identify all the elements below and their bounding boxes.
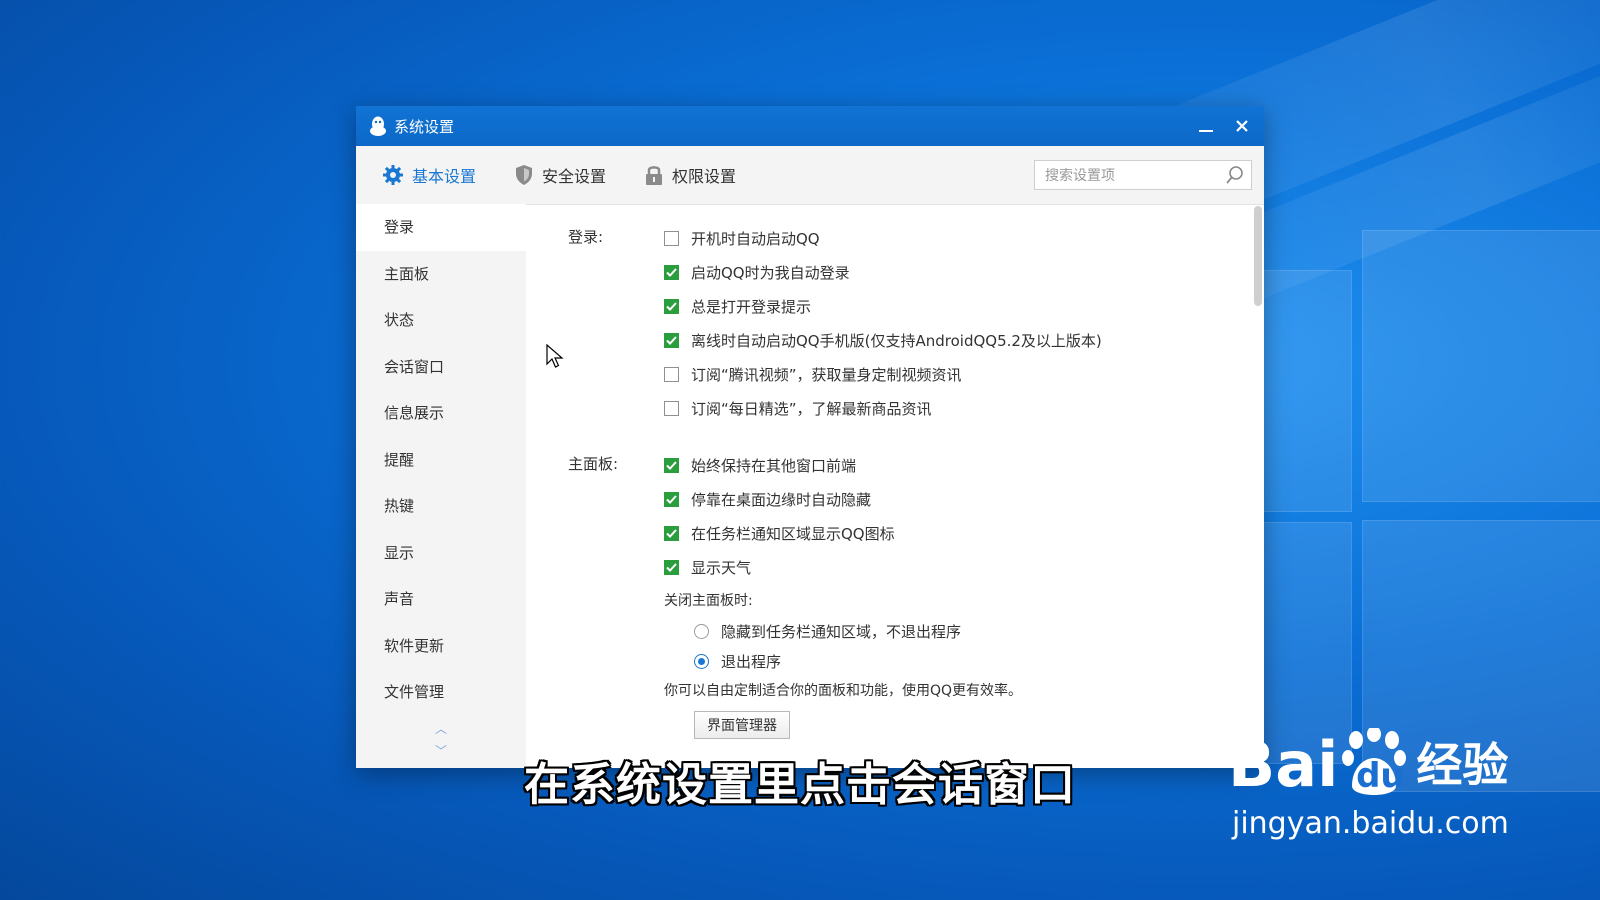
checkmark-icon (666, 461, 677, 470)
settings-sidebar: 登录 主面板 状态 会话窗口 信息展示 提醒 热键 显示 声音 软件更新 文件管… (356, 204, 526, 768)
option-offline-mobile-qq[interactable]: 离线时自动启动QQ手机版(仅支持AndroidQQ5.2及以上版本) (664, 330, 1102, 351)
checkmark-icon (666, 495, 677, 504)
option-dock-autohide[interactable]: 停靠在桌面边缘时自动隐藏 (664, 489, 871, 510)
option-label: 显示天气 (691, 559, 752, 577)
sidebar-item-reminders[interactable]: 提醒 (356, 437, 526, 484)
vertical-scrollbar[interactable] (1254, 206, 1262, 306)
sidebar-item-file-management[interactable]: 文件管理 (356, 669, 526, 716)
checkmark-icon (666, 268, 677, 277)
option-show-weather[interactable]: 显示天气 (664, 557, 751, 578)
option-label: 退出程序 (721, 653, 782, 671)
title-bar[interactable]: 系统设置 (356, 106, 1264, 146)
tab-permission-settings[interactable]: 权限设置 (644, 163, 736, 187)
option-subscribe-tencent-video[interactable]: 订阅“腾讯视频”，获取量身定制视频资讯 (664, 364, 962, 385)
sidebar-item-info-display[interactable]: 信息展示 (356, 390, 526, 437)
option-label: 启动QQ时为我自动登录 (691, 264, 850, 282)
option-subscribe-daily-picks[interactable]: 订阅“每日精选”，了解最新商品资讯 (664, 398, 932, 419)
main-panel-section-label: 主面板: (568, 455, 619, 473)
sidebar-item-main-panel[interactable]: 主面板 (356, 251, 526, 298)
brand-text-jingyan: 经验 (1416, 738, 1509, 792)
sidebar-item-software-update[interactable]: 软件更新 (356, 623, 526, 670)
qq-penguin-icon (370, 116, 386, 136)
option-label: 隐藏到任务栏通知区域，不退出程序 (721, 623, 962, 641)
settings-tabs: 基本设置 安全设置 权限设置 (356, 146, 1264, 205)
option-hide-to-tray[interactable]: 隐藏到任务栏通知区域，不退出程序 (694, 621, 961, 642)
option-label: 在任务栏通知区域显示QQ图标 (691, 525, 895, 543)
tab-permission-settings-label: 权限设置 (672, 167, 737, 186)
tab-basic-settings-label: 基本设置 (412, 167, 477, 186)
option-label: 始终保持在其他窗口前端 (691, 457, 857, 475)
option-tray-icon[interactable]: 在任务栏通知区域显示QQ图标 (664, 523, 895, 544)
checkbox[interactable] (664, 367, 679, 382)
minimize-button[interactable] (1188, 106, 1224, 146)
close-panel-label: 关闭主面板时: (664, 593, 753, 609)
sidebar-item-login[interactable]: 登录 (356, 204, 526, 251)
option-label: 开机时自动启动QQ (691, 230, 820, 248)
lock-icon (646, 166, 663, 185)
option-autostart-qq[interactable]: 开机时自动启动QQ (664, 228, 820, 249)
search-input[interactable] (1043, 162, 1217, 190)
search-icon[interactable] (1225, 165, 1245, 185)
sidebar-item-status[interactable]: 状态 (356, 297, 526, 344)
interface-manager-button[interactable]: 界面管理器 (694, 711, 790, 739)
tab-security-settings[interactable]: 安全设置 (514, 163, 606, 187)
option-login-tips[interactable]: 总是打开登录提示 (664, 296, 811, 317)
option-exit-program[interactable]: 退出程序 (694, 651, 781, 672)
option-label: 停靠在桌面边缘时自动隐藏 (691, 491, 872, 509)
close-button[interactable] (1224, 106, 1260, 146)
minimize-icon (1199, 130, 1213, 132)
sidebar-item-display[interactable]: 显示 (356, 530, 526, 577)
checkbox[interactable] (664, 231, 679, 246)
option-auto-login[interactable]: 启动QQ时为我自动登录 (664, 262, 850, 283)
option-label: 订阅“每日精选”，了解最新商品资讯 (691, 400, 932, 418)
settings-search (1034, 160, 1252, 190)
tab-security-settings-label: 安全设置 (542, 167, 607, 186)
baidu-jingyan-watermark: Bai du 经验 jingyan.baidu.com (1228, 728, 1509, 841)
close-icon (1236, 120, 1248, 132)
checkbox-checked[interactable] (664, 492, 679, 507)
shield-icon (516, 165, 533, 185)
checkbox-checked[interactable] (664, 526, 679, 541)
sidebar-item-hotkeys[interactable]: 热键 (356, 483, 526, 530)
checkbox-checked[interactable] (664, 458, 679, 473)
chevron-up-icon[interactable]: ︿ (356, 718, 526, 740)
system-settings-window: 系统设置 基本设置 安全设置 权限设置 搜索设置项 登录 主面板 状态 会话窗口… (356, 106, 1264, 768)
watermark-url: jingyan.baidu.com (1232, 806, 1509, 841)
checkbox-checked[interactable] (664, 333, 679, 348)
option-label: 订阅“腾讯视频”，获取量身定制视频资讯 (691, 366, 962, 384)
window-title: 系统设置 (394, 117, 455, 136)
option-label: 离线时自动启动QQ手机版(仅支持AndroidQQ5.2及以上版本) (691, 332, 1102, 350)
mouse-cursor-icon (546, 344, 564, 368)
radio-button-selected[interactable] (694, 654, 709, 669)
sidebar-item-chat-window[interactable]: 会话窗口 (356, 344, 526, 391)
baidu-logo: Bai du 经验 (1228, 728, 1509, 802)
checkmark-icon (666, 529, 677, 538)
gear-icon (383, 165, 403, 185)
brand-text-bai: Bai (1228, 728, 1339, 801)
checkbox-checked[interactable] (664, 265, 679, 280)
checkbox-checked[interactable] (664, 299, 679, 314)
option-always-on-top[interactable]: 始终保持在其他窗口前端 (664, 455, 856, 476)
checkmark-icon (666, 302, 677, 311)
checkbox-checked[interactable] (664, 560, 679, 575)
option-label: 总是打开登录提示 (691, 298, 812, 316)
login-section-label: 登录: (568, 228, 604, 246)
checkmark-icon (666, 336, 677, 345)
brand-text-du: du (1356, 756, 1405, 796)
settings-content: 登录: 开机时自动启动QQ 启动QQ时为我自动登录 总是打开登录提示 离线时自动… (526, 204, 1264, 768)
customize-hint: 你可以自由定制适合你的面板和功能，使用QQ更有效率。 (664, 683, 1023, 699)
sidebar-item-sound[interactable]: 声音 (356, 576, 526, 623)
checkmark-icon (666, 563, 677, 572)
checkbox[interactable] (664, 401, 679, 416)
tab-basic-settings[interactable]: 基本设置 (382, 163, 476, 187)
radio-button[interactable] (694, 624, 709, 639)
